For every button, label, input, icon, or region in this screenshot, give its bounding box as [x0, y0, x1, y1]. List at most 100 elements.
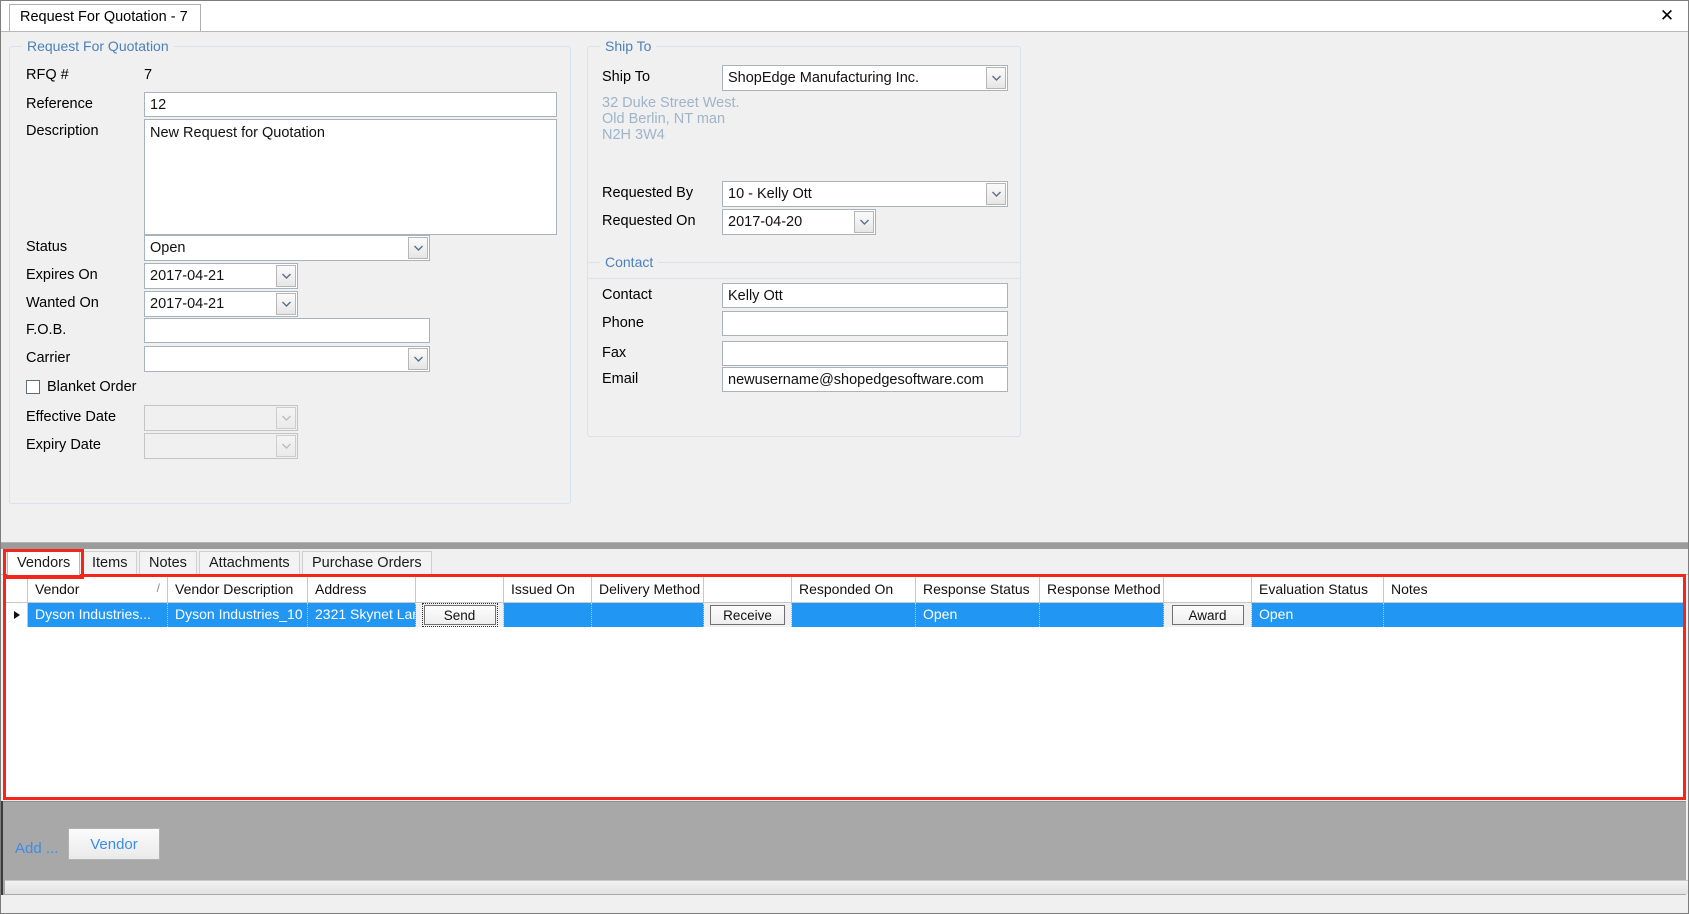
- table-cell[interactable]: 2321 Skynet Lan...: [308, 603, 416, 627]
- send-button[interactable]: Send: [421, 603, 498, 627]
- requested-on-datepicker[interactable]: 2017-04-20: [722, 209, 876, 235]
- grid-column-header-label: Response Method: [1047, 581, 1161, 597]
- grid-column-header[interactable]: [416, 577, 504, 602]
- table-cell[interactable]: [1040, 603, 1164, 627]
- add-label: Add ...: [15, 840, 59, 857]
- group-title-ship-to: Ship To: [600, 38, 657, 54]
- table-cell[interactable]: [792, 603, 916, 627]
- row-indicator[interactable]: [6, 603, 28, 627]
- status-label: Status: [26, 239, 68, 255]
- table-cell[interactable]: Open: [1252, 603, 1384, 627]
- grid-header-row: Vendor / Vendor Description Address Issued O…: [6, 577, 1683, 603]
- description-textarea[interactable]: New Request for Quotation: [144, 119, 557, 235]
- phone-label: Phone: [602, 315, 644, 331]
- checkbox-box[interactable]: [26, 380, 40, 394]
- grid-column-header[interactable]: Notes: [1384, 577, 1683, 602]
- grid-column-header[interactable]: Vendor /: [28, 577, 168, 602]
- chevron-down-icon: [276, 407, 296, 429]
- wanted-on-datepicker[interactable]: 2017-04-21: [144, 291, 298, 317]
- ship-to-dropdown[interactable]: ShopEdge Manufacturing Inc.: [722, 65, 1008, 91]
- add-vendor-button[interactable]: Vendor: [68, 828, 160, 860]
- email-label: Email: [602, 371, 639, 387]
- chevron-down-icon[interactable]: [276, 293, 296, 315]
- grid-column-header[interactable]: Delivery Method: [592, 577, 704, 602]
- vendors-grid[interactable]: Vendor / Vendor Description Address Issued O…: [6, 577, 1683, 797]
- chevron-down-icon: [276, 435, 296, 457]
- tab-purchase-orders[interactable]: Purchase Orders: [302, 551, 432, 575]
- wanted-on-label: Wanted On: [26, 295, 99, 311]
- tab-vendors[interactable]: Vendors: [7, 551, 80, 575]
- chevron-down-icon[interactable]: [986, 183, 1006, 205]
- expires-on-label: Expires On: [26, 267, 98, 283]
- document-tab-rfq[interactable]: Request For Quotation - 7: [9, 4, 201, 31]
- tab-label: Purchase Orders: [312, 555, 422, 571]
- tab-notes[interactable]: Notes: [139, 551, 197, 575]
- table-cell[interactable]: [1384, 603, 1683, 627]
- tab-attachments[interactable]: Attachments: [199, 551, 300, 575]
- rfq-number-value: 7: [144, 67, 153, 83]
- status-value: Open: [150, 240, 186, 256]
- grid-column-header[interactable]: Address: [308, 577, 416, 602]
- cell-action-send[interactable]: Send: [416, 603, 504, 627]
- blanket-order-checkbox[interactable]: Blanket Order: [26, 379, 136, 395]
- fob-input[interactable]: [144, 318, 430, 343]
- tab-label: Notes: [149, 555, 187, 571]
- vendors-grid-highlight: Vendor / Vendor Description Address Issued O…: [3, 574, 1686, 800]
- chevron-down-icon[interactable]: [986, 67, 1006, 89]
- rfq-window: Request For Quotation - 7 ✕ Request For …: [0, 0, 1689, 914]
- chevron-down-icon[interactable]: [854, 211, 874, 233]
- receive-button[interactable]: Receive: [710, 605, 785, 625]
- chevron-down-icon[interactable]: [408, 237, 428, 259]
- wanted-on-value: 2017-04-21: [150, 296, 225, 312]
- close-icon[interactable]: ✕: [1656, 6, 1678, 26]
- tab-items[interactable]: Items: [82, 551, 137, 575]
- grid-column-header[interactable]: Evaluation Status: [1252, 577, 1384, 602]
- ship-to-value: ShopEdge Manufacturing Inc.: [728, 70, 920, 86]
- contact-input[interactable]: Kelly Ott: [722, 283, 1008, 308]
- effective-date-datepicker: [144, 405, 298, 431]
- form-area: Request For Quotation RFQ # 7 Reference …: [1, 32, 1688, 542]
- tab-label: Vendors: [17, 555, 71, 571]
- grid-column-header[interactable]: [1164, 577, 1252, 602]
- requested-by-dropdown[interactable]: 10 - Kelly Ott: [722, 181, 1008, 207]
- grid-rows[interactable]: Dyson Industries... Dyson Industries_10 23…: [6, 603, 1683, 627]
- table-cell[interactable]: Dyson Industries_10: [168, 603, 308, 627]
- grid-column-header-label: Issued On: [511, 581, 575, 597]
- cell-action-receive[interactable]: Receive: [704, 603, 792, 627]
- table-cell[interactable]: [592, 603, 704, 627]
- status-dropdown[interactable]: Open: [144, 235, 430, 261]
- ship-to-label: Ship To: [602, 69, 651, 85]
- award-button[interactable]: Award: [1171, 605, 1244, 625]
- contact-label: Contact: [602, 287, 652, 303]
- horizontal-scrollbar[interactable]: [5, 880, 1688, 894]
- grid-column-header[interactable]: [704, 577, 792, 602]
- ship-to-address-line2: Old Berlin, NT man: [602, 111, 726, 127]
- table-cell[interactable]: Dyson Industries...: [28, 603, 168, 627]
- email-input[interactable]: newusername@shopedgesoftware.com: [722, 367, 1008, 392]
- table-cell[interactable]: [504, 603, 592, 627]
- expiry-date-label: Expiry Date: [26, 437, 101, 453]
- grid-empty-area[interactable]: [6, 627, 1683, 797]
- grid-column-header[interactable]: Issued On: [504, 577, 592, 602]
- carrier-dropdown[interactable]: [144, 346, 430, 372]
- fax-input[interactable]: [722, 341, 1008, 366]
- phone-input[interactable]: [722, 311, 1008, 336]
- grid-column-header[interactable]: Responded On: [792, 577, 916, 602]
- chevron-down-icon[interactable]: [408, 348, 428, 370]
- cell-action-award[interactable]: Award: [1164, 603, 1252, 627]
- grid-column-header[interactable]: Response Status: [916, 577, 1040, 602]
- table-cell[interactable]: Open: [916, 603, 1040, 627]
- blanket-order-label: Blanket Order: [47, 379, 137, 395]
- row-indicator-header: [6, 577, 28, 602]
- reference-input[interactable]: 12: [144, 92, 557, 117]
- requested-by-label: Requested By: [602, 185, 694, 201]
- request-for-quotation-group: Request For Quotation RFQ # 7 Reference …: [9, 38, 571, 504]
- description-label: Description: [26, 123, 99, 139]
- window-titlebar: Request For Quotation - 7 ✕: [1, 1, 1688, 32]
- grid-column-header[interactable]: Response Method: [1040, 577, 1164, 602]
- chevron-down-icon[interactable]: [276, 265, 296, 287]
- expires-on-datepicker[interactable]: 2017-04-21: [144, 263, 298, 289]
- grid-column-header[interactable]: Vendor Description: [168, 577, 308, 602]
- panel-splitter[interactable]: [1, 542, 1688, 549]
- table-row[interactable]: Dyson Industries... Dyson Industries_10 23…: [6, 603, 1683, 627]
